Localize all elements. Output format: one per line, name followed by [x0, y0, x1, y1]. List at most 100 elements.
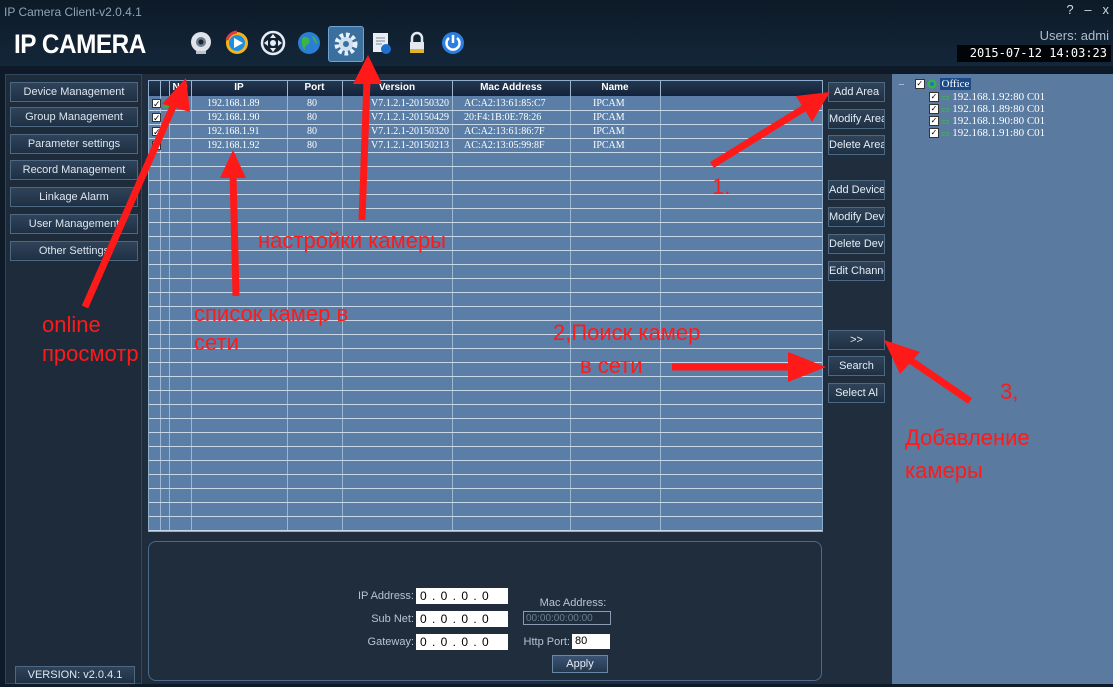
camera-online-icon: ▭ [941, 92, 950, 102]
tree-checkbox[interactable]: ✓ [929, 92, 939, 103]
cell-mac: AC:A2:13:61:86:7F [464, 126, 545, 137]
table-row[interactable]: ✓ 192.168.1.89 80 V7.1.2.1-20150320 AC:A… [149, 97, 822, 111]
nav-group-management[interactable]: Group Management [10, 107, 138, 127]
cell-port: 80 [307, 126, 317, 137]
camera-online-icon: ▭ [941, 116, 950, 126]
http-port-label: Http Port: [523, 636, 570, 648]
table-row[interactable]: ✓ 192.168.1.91 80 V7.1.2.1-20150320 AC:A… [149, 125, 822, 139]
online-status-icon [163, 100, 171, 108]
annotation-network: сети [194, 330, 239, 355]
grid-row-line [149, 418, 822, 419]
tree-device-label: 192.168.1.89:80 C01 [952, 103, 1046, 115]
cell-name: IPCAM [593, 112, 625, 123]
nav-parameter-settings[interactable]: Parameter settings [10, 134, 138, 154]
grid-row-line [149, 376, 822, 377]
column-mac[interactable]: Mac Address [452, 82, 570, 93]
delete-area-button[interactable]: Delete Area [828, 135, 885, 155]
minimize-button[interactable]: – [1084, 2, 1091, 17]
modify-device-button[interactable]: Modify Devic [828, 207, 885, 227]
grid-row-line [149, 250, 822, 251]
grid-row-line [149, 348, 822, 349]
tree-checkbox[interactable]: ✓ [914, 79, 925, 90]
row-checkbox[interactable]: ✓ [152, 141, 161, 151]
cell-port: 80 [307, 140, 317, 151]
apply-button[interactable]: Apply [552, 655, 608, 673]
grid-row-line [149, 166, 822, 167]
column-ip[interactable]: IP [191, 82, 287, 93]
camera-online-icon: ▭ [941, 128, 950, 138]
nav-device-management[interactable]: Device Management [10, 82, 138, 102]
tree-device-item[interactable]: ✓ ▭ 192.168.1.90:80 C01 [929, 115, 1045, 127]
cell-port: 80 [307, 112, 317, 123]
add-area-button[interactable]: Add Area [828, 82, 885, 102]
table-row[interactable]: ✓ 192.168.1.90 80 V7.1.2.1-20150429 20:F… [149, 111, 822, 125]
annotation-online: online [42, 312, 101, 337]
row-checkbox[interactable]: ✓ [152, 113, 161, 123]
help-button[interactable]: ? [1066, 2, 1073, 17]
ip-address-input[interactable]: 0 . 0 . 0 . 0 [416, 588, 508, 604]
annotation-step-1: 1. [712, 174, 731, 199]
nav-record-management[interactable]: Record Management [10, 160, 138, 180]
power-icon[interactable] [436, 26, 470, 60]
cell-version: V7.1.2.1-20150320 [371, 98, 450, 109]
nav-user-management[interactable]: User Management [10, 214, 138, 234]
gateway-input[interactable]: 0 . 0 . 0 . 0 [416, 634, 508, 650]
delete-device-button[interactable]: Delete Devic [828, 234, 885, 254]
settings-gear-icon[interactable] [328, 26, 364, 62]
column-port[interactable]: Port [287, 82, 342, 93]
playback-icon[interactable] [220, 26, 254, 60]
http-port-input[interactable]: 80 [572, 634, 610, 649]
column-name[interactable]: Name [570, 82, 660, 93]
grid-row-line [149, 236, 822, 237]
tree-device-item[interactable]: ✓ ▭ 192.168.1.91:80 C01 [929, 127, 1045, 139]
search-button[interactable]: Search [828, 356, 885, 376]
tree-checkbox[interactable]: ✓ [929, 116, 939, 127]
grid-row-line [149, 460, 822, 461]
lock-icon[interactable] [400, 26, 434, 60]
annotation-add: Добавление [905, 425, 1030, 450]
cell-mac: 20:F4:1B:0E:78:26 [464, 112, 542, 123]
edit-channel-button[interactable]: Edit Channe [828, 261, 885, 281]
grid-row-line [149, 334, 822, 335]
nav-linkage-alarm[interactable]: Linkage Alarm [10, 187, 138, 207]
grid-row-line [149, 404, 822, 405]
tree-root-office[interactable]: – ✓ Office [899, 78, 972, 91]
row-checkbox[interactable]: ✓ [152, 99, 161, 109]
column-no[interactable]: NO [169, 82, 191, 93]
window-title: IP Camera Client-v2.0.4.1 [4, 5, 142, 19]
add-device-button[interactable]: Add Device [828, 180, 885, 200]
move-to-area-button[interactable]: >> [828, 330, 885, 350]
cell-name: IPCAM [593, 98, 625, 109]
table-row[interactable]: ✓ 192.168.1.92 80 V7.1.2.1-20150213 AC:A… [149, 139, 822, 153]
grid-row-line [149, 362, 822, 363]
cell-name: IPCAM [593, 126, 625, 137]
modify-area-button[interactable]: Modify Area [828, 109, 885, 129]
cell-mac: AC:A2:13:05:99:8F [464, 140, 545, 151]
tree-checkbox[interactable]: ✓ [929, 104, 939, 115]
ptz-control-icon[interactable] [256, 26, 290, 60]
webcam-icon[interactable] [184, 26, 218, 60]
cell-version: V7.1.2.1-20150213 [371, 140, 450, 151]
cell-mac: AC:A2:13:61:85:C7 [464, 98, 546, 109]
tree-device-item[interactable]: ✓ ▭ 192.168.1.89:80 C01 [929, 103, 1045, 115]
grid-row-line [149, 278, 822, 279]
tree-checkbox[interactable]: ✓ [929, 128, 939, 139]
gateway-label: Gateway: [367, 636, 414, 648]
globe-icon[interactable] [292, 26, 326, 60]
select-all-button[interactable]: Select Al [828, 383, 885, 403]
row-checkbox[interactable]: ✓ [152, 127, 161, 137]
annotation-camera-list: список камер в [194, 301, 349, 326]
collapse-icon[interactable]: – [899, 79, 904, 90]
tree-device-label: 192.168.1.92:80 C01 [952, 91, 1046, 103]
column-version[interactable]: Version [342, 82, 452, 93]
grid-row-line [149, 488, 822, 489]
tree-root-label: Office [939, 78, 972, 90]
nav-other-settings[interactable]: Other Settings [10, 241, 138, 261]
subnet-input[interactable]: 0 . 0 . 0 . 0 [416, 611, 508, 627]
close-button[interactable]: x [1103, 2, 1110, 17]
subnet-label: Sub Net: [371, 613, 414, 625]
log-document-icon[interactable] [364, 26, 398, 60]
tree-device-item[interactable]: ✓ ▭ 192.168.1.92:80 C01 [929, 91, 1045, 103]
window-controls: ? – x [1066, 2, 1109, 17]
annotation-cameras: камеры [905, 458, 983, 483]
